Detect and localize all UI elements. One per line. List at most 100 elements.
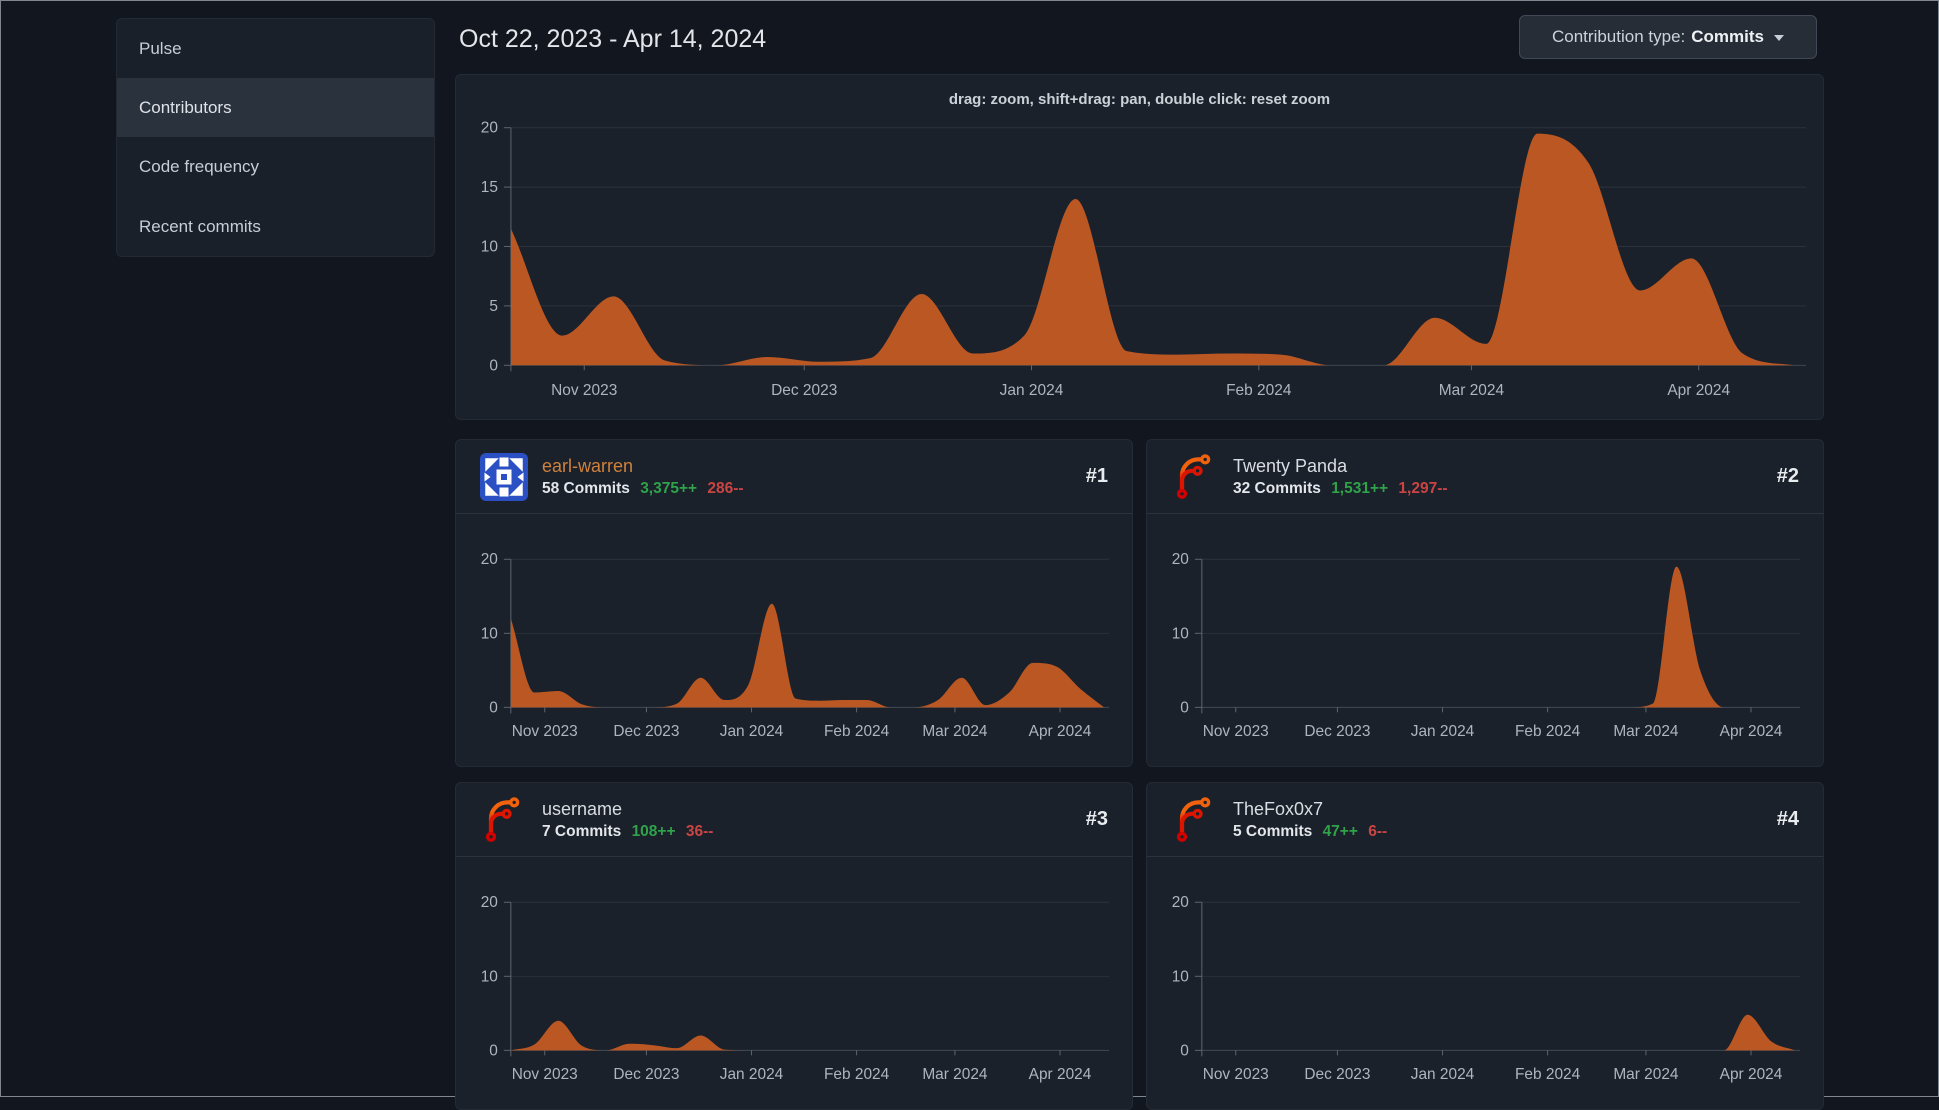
svg-text:20: 20 bbox=[1172, 894, 1189, 911]
contributor-name-link[interactable]: username bbox=[542, 798, 1072, 820]
contribution-type-label: Contribution type: bbox=[1552, 27, 1686, 46]
svg-text:Jan 2024: Jan 2024 bbox=[1411, 723, 1475, 740]
svg-text:0: 0 bbox=[489, 699, 498, 716]
sidebar-item-code-frequency[interactable]: Code frequency bbox=[117, 137, 434, 196]
overall-activity-panel: 0 5 10 15 20 Nov 2023 Dec 2023 Jan 2024 Feb 2024… bbox=[455, 74, 1824, 420]
avatar bbox=[1171, 796, 1219, 844]
contributor-card: 0 10 20 Nov 2023 Dec 2023 Jan 2024 Feb 2024 Mar… bbox=[1146, 782, 1824, 1110]
rank-badge: #4 bbox=[1776, 808, 1799, 830]
svg-text:20: 20 bbox=[481, 894, 498, 911]
contributor-card: 0 10 20 Nov 2023 Dec 2023 Jan 2024 Feb 2024 Mar… bbox=[1146, 439, 1824, 767]
overall-activity-chart[interactable]: 0 5 10 15 20 Nov 2023 Dec 2023 Jan 2024 Feb 2024… bbox=[456, 75, 1823, 419]
svg-text:10: 10 bbox=[1172, 625, 1189, 642]
commit-count: 5 Commits bbox=[1233, 823, 1313, 840]
svg-text:Apr 2024: Apr 2024 bbox=[1720, 723, 1783, 740]
contributor-info: TheFox0x7 5 Commits 47++ 6-- bbox=[1233, 798, 1763, 841]
svg-text:Dec 2023: Dec 2023 bbox=[613, 1066, 679, 1083]
svg-text:Mar 2024: Mar 2024 bbox=[1439, 382, 1505, 399]
svg-text:Feb 2024: Feb 2024 bbox=[1515, 1066, 1581, 1083]
contributor-name-link[interactable]: Twenty Panda bbox=[1233, 455, 1763, 477]
contributor-info: Twenty Panda 32 Commits 1,531++ 1,297-- bbox=[1233, 455, 1763, 498]
contributor-info: username 7 Commits 108++ 36-- bbox=[542, 798, 1072, 841]
sidebar-item-recent-commits[interactable]: Recent commits bbox=[117, 197, 434, 256]
additions-count: 108++ bbox=[631, 823, 676, 840]
deletions-count: 1,297-- bbox=[1398, 480, 1448, 497]
avatar bbox=[480, 453, 528, 501]
date-range-heading: Oct 22, 2023 - Apr 14, 2024 bbox=[459, 25, 767, 53]
deletions-count: 6-- bbox=[1368, 823, 1388, 840]
svg-text:Nov 2023: Nov 2023 bbox=[1203, 723, 1269, 740]
contribution-type-value: Commits bbox=[1691, 27, 1764, 46]
svg-text:Mar 2024: Mar 2024 bbox=[922, 1066, 988, 1083]
rank-badge: #2 bbox=[1776, 465, 1799, 487]
repo-activity-sidebar: Pulse Contributors Code frequency Recent… bbox=[116, 18, 435, 257]
svg-text:15: 15 bbox=[481, 179, 498, 196]
contributor-stats: 5 Commits 47++ 6-- bbox=[1233, 823, 1763, 841]
svg-text:Nov 2023: Nov 2023 bbox=[512, 723, 578, 740]
svg-text:10: 10 bbox=[481, 239, 498, 256]
svg-text:Mar 2024: Mar 2024 bbox=[1613, 723, 1679, 740]
contributors-page: Pulse Contributors Code frequency Recent… bbox=[0, 0, 1939, 1110]
sidebar-item-pulse[interactable]: Pulse bbox=[117, 19, 434, 78]
avatar bbox=[1171, 453, 1219, 501]
commit-count: 32 Commits bbox=[1233, 480, 1321, 497]
svg-text:Jan 2024: Jan 2024 bbox=[720, 723, 784, 740]
chart-zoom-hint: drag: zoom, shift+drag: pan, double clic… bbox=[948, 91, 1331, 108]
svg-text:10: 10 bbox=[481, 625, 498, 642]
contributor-card-header: Twenty Panda 32 Commits 1,531++ 1,297-- … bbox=[1147, 440, 1823, 514]
avatar bbox=[480, 796, 528, 844]
svg-text:20: 20 bbox=[1172, 551, 1189, 568]
commit-count: 7 Commits bbox=[542, 823, 622, 840]
svg-text:0: 0 bbox=[1180, 699, 1189, 716]
contributor-card-header: username 7 Commits 108++ 36-- #3 bbox=[456, 783, 1132, 857]
svg-text:Dec 2023: Dec 2023 bbox=[1304, 1066, 1370, 1083]
contribution-type-dropdown[interactable]: Contribution type: Commits bbox=[1519, 15, 1817, 59]
contributor-stats: 58 Commits 3,375++ 286-- bbox=[542, 480, 1072, 498]
additions-count: 1,531++ bbox=[1331, 480, 1389, 497]
contributor-name-link[interactable]: earl-warren bbox=[542, 455, 1072, 477]
svg-text:Jan 2024: Jan 2024 bbox=[720, 1066, 784, 1083]
contributor-card: 0 10 20 Nov 2023 Dec 2023 Jan 2024 Feb 2024 Mar… bbox=[455, 439, 1133, 767]
contributor-card-header: TheFox0x7 5 Commits 47++ 6-- #4 bbox=[1147, 783, 1823, 857]
svg-text:20: 20 bbox=[481, 120, 498, 137]
rank-badge: #3 bbox=[1085, 808, 1108, 830]
svg-text:Nov 2023: Nov 2023 bbox=[1203, 1066, 1269, 1083]
additions-count: 47++ bbox=[1322, 823, 1358, 840]
svg-text:Apr 2024: Apr 2024 bbox=[1667, 382, 1730, 399]
contributor-card: 0 10 20 Nov 2023 Dec 2023 Jan 2024 Feb 2024 Mar… bbox=[455, 782, 1133, 1110]
sidebar-item-contributors[interactable]: Contributors bbox=[117, 78, 434, 138]
svg-text:Feb 2024: Feb 2024 bbox=[1515, 723, 1581, 740]
svg-text:Jan 2024: Jan 2024 bbox=[1411, 1066, 1475, 1083]
svg-text:Mar 2024: Mar 2024 bbox=[1613, 1066, 1679, 1083]
deletions-count: 286-- bbox=[707, 480, 744, 497]
svg-text:Apr 2024: Apr 2024 bbox=[1720, 1066, 1783, 1083]
svg-text:Apr 2024: Apr 2024 bbox=[1029, 723, 1092, 740]
svg-text:Mar 2024: Mar 2024 bbox=[922, 723, 988, 740]
svg-text:Apr 2024: Apr 2024 bbox=[1029, 1066, 1092, 1083]
svg-text:Feb 2024: Feb 2024 bbox=[824, 723, 890, 740]
svg-text:10: 10 bbox=[481, 968, 498, 985]
deletions-count: 36-- bbox=[685, 823, 714, 840]
svg-text:0: 0 bbox=[1180, 1042, 1189, 1059]
rank-badge: #1 bbox=[1085, 465, 1108, 487]
svg-text:Feb 2024: Feb 2024 bbox=[824, 1066, 890, 1083]
contributor-info: earl-warren 58 Commits 3,375++ 286-- bbox=[542, 455, 1072, 498]
contributor-stats: 32 Commits 1,531++ 1,297-- bbox=[1233, 480, 1763, 498]
contributor-name-link[interactable]: TheFox0x7 bbox=[1233, 798, 1763, 820]
svg-text:0: 0 bbox=[489, 357, 498, 374]
svg-text:Nov 2023: Nov 2023 bbox=[551, 382, 617, 399]
contributor-stats: 7 Commits 108++ 36-- bbox=[542, 823, 1072, 841]
svg-text:Nov 2023: Nov 2023 bbox=[512, 1066, 578, 1083]
svg-text:10: 10 bbox=[1172, 968, 1189, 985]
svg-text:0: 0 bbox=[489, 1042, 498, 1059]
svg-text:Dec 2023: Dec 2023 bbox=[613, 723, 679, 740]
svg-text:Dec 2023: Dec 2023 bbox=[771, 382, 837, 399]
svg-text:20: 20 bbox=[481, 551, 498, 568]
commit-count: 58 Commits bbox=[542, 480, 630, 497]
svg-text:Dec 2023: Dec 2023 bbox=[1304, 723, 1370, 740]
additions-count: 3,375++ bbox=[640, 480, 698, 497]
contributor-card-header: earl-warren 58 Commits 3,375++ 286-- #1 bbox=[456, 440, 1132, 514]
caret-down-icon bbox=[1773, 34, 1784, 46]
svg-text:Jan 2024: Jan 2024 bbox=[1000, 382, 1064, 399]
svg-text:5: 5 bbox=[489, 298, 498, 315]
